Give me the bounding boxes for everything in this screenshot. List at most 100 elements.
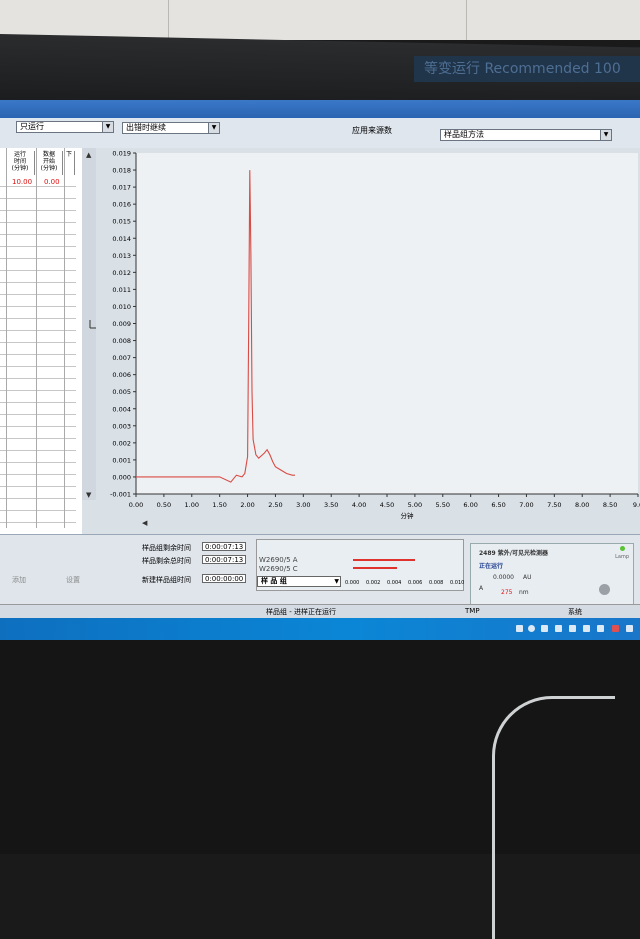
cell-run-time[interactable]: 10.00 [12,178,32,186]
y-tick-label: 0.014 [112,235,131,243]
x-tick-label: 8.50 [603,501,617,509]
table-column-line [6,148,7,528]
status-bar: 样品组 - 进样正在运行 TMP 系统 [0,604,640,619]
status-tmp: TMP [465,607,480,615]
channel-c-bar [353,567,397,569]
absorbance-unit: AU [523,574,532,581]
y-tick-label: 0.003 [112,422,131,430]
run-mode-select[interactable]: 只运行 ▼ [16,121,114,133]
group-select[interactable]: 样 品 组 ▼ [257,576,341,587]
x-tick-label: 8.00 [575,501,589,509]
method-select[interactable]: 样品组方法 ▼ [440,129,612,141]
status-message: 样品组 - 进样正在运行 [266,608,336,616]
absorbance-value: 0.0000 [493,574,514,581]
x-tick-label: 1.50 [212,501,226,509]
detector-status: 正在运行 [479,563,504,570]
timer-new-group: 0:00:00:00 [202,574,246,583]
x-tick-label: 7.00 [519,501,533,509]
error-action-value: 出错时继续 [126,123,166,132]
x-tick-label: 6.00 [463,501,477,509]
cell-data-start[interactable]: 0.00 [44,178,60,186]
wavelength-unit: nm [519,589,529,596]
x-tick-label: 0.50 [157,501,171,509]
tray-alert-icon[interactable] [612,625,619,632]
detector-panel: 2489 紫外/可见光检测器 Lamp 正在运行 0.0000 AU A 275… [470,543,634,609]
y-tick-label: 0.018 [112,167,131,175]
chevron-down-icon[interactable]: ▼ [600,130,611,140]
wall-background [0,0,640,40]
chevron-down-icon[interactable]: ▼ [334,577,339,586]
y-tick-label: 0.004 [112,405,131,413]
y-tick-label: 0.012 [112,269,131,277]
sample-table: 运行 时间 (分钟) 数据 开始 (分钟) 下 10.00 0.00 [0,148,83,535]
y-tick-label: 0.008 [112,337,131,345]
scroll-left-icon: ◀ [142,519,148,527]
monitor-screen: 只运行 ▼ 出错时继续 ▼ 应用来源数 样品组方法 ▼ 运行 时间 (分钟) 数… [0,100,640,640]
error-action-select[interactable]: 出错时继续 ▼ [122,122,220,134]
tray-help-icon[interactable] [528,625,535,632]
status-system: 系统 [568,608,582,616]
tray-speaker-icon[interactable] [569,625,576,632]
channel-scale-tick: 0.010 [450,580,465,586]
tray-display-icon[interactable] [555,625,562,632]
column-header-data-start[interactable]: 数据 开始 (分钟) [36,151,63,175]
timer-label-sample-remaining: 样品剩余总时间 [142,557,191,565]
apply-label: 应用来源数 [352,126,392,135]
timer-label-group-remaining: 样品组剩余时间 [142,544,191,552]
chromatogram-pane: ▲ ▼ 0.019 0.018 0.017 0.016 0.015 0.014 0.013 0.0… [82,148,640,534]
toolbar: 只运行 ▼ 出错时继续 ▼ 应用来源数 样品组方法 ▼ [0,118,640,149]
channel-label-c: W2690/5 C [259,565,298,573]
x-tick-label: 5.50 [436,501,450,509]
column-header-run-time[interactable]: 运行 时间 (分钟) [6,151,35,175]
run-mode-value: 只运行 [20,122,44,131]
x-tick-label: 9.0 [633,501,640,509]
wavelength-value: 275 [501,589,513,596]
y-tick-label: 0.001 [112,456,131,464]
x-tick-label: 6.50 [491,501,505,509]
chevron-down-icon[interactable]: ▼ [102,122,113,132]
plot-area [136,153,638,494]
tray-keyboard-icon[interactable] [597,625,604,632]
tray-battery-icon[interactable] [583,625,590,632]
y-tick-label: 0.010 [112,303,131,311]
background-window-banner: 等变运行 Recommended 100 [414,56,640,82]
y-tick-label: -0.001 [110,491,131,499]
chromatogram-chart: ▲ ▼ 0.019 0.018 0.017 0.016 0.015 0.014 0.013 0.0… [82,148,640,527]
group-select-value: 样 品 组 [261,577,287,585]
tray-flag-icon[interactable] [541,625,548,632]
y-tick-label: 0.013 [112,252,131,260]
timer-label-new-group: 新建样品组时间 [142,576,191,584]
y-tick-label: 0.006 [112,371,131,379]
desk-background [0,640,640,939]
table-column-line [64,148,65,528]
y-tick-label: 0.005 [112,388,131,396]
table-column-line [36,148,37,528]
y-tick-label: 0.011 [112,286,131,294]
x-tick-label: 0.00 [129,501,143,509]
method-value: 样品组方法 [444,130,484,139]
chevron-down-icon[interactable]: ▼ [208,123,219,133]
white-cable [492,696,615,939]
windows-taskbar [0,618,640,640]
channel-monitor-box: W2690/5 A W2690/5 C 样 品 组 ▼ 0.000 0.002 0.… [256,539,464,591]
timer-group-remaining: 0:00:07:13 [202,542,246,551]
lamp-label: Lamp [615,554,629,560]
settings-knob-icon[interactable] [599,584,610,595]
tile-grout [168,0,169,40]
y-tick-label: 0.000 [112,473,131,481]
tile-grout [466,0,467,40]
tray-network-icon[interactable] [516,625,523,632]
x-tick-label: 4.00 [352,501,366,509]
y-tick-label: 0.017 [112,184,131,192]
y-tick-label: 0.019 [112,150,131,158]
channel-a-bar [353,559,415,561]
run-status-panel: 添加 设置 样品组剩余时间 0:00:07:13 样品剩余总时间 0:00:07… [0,534,640,615]
detector-channel: A [479,585,484,592]
settings-button[interactable]: 设置 [66,575,80,585]
tray-clock-icon[interactable] [626,625,633,632]
add-button[interactable]: 添加 [12,575,26,585]
channel-label-a: W2690/5 A [259,556,298,564]
y-tick-label: 0.015 [112,218,131,226]
x-axis-title: 分钟 [401,511,415,520]
column-header-extra[interactable]: 下 [64,151,75,175]
